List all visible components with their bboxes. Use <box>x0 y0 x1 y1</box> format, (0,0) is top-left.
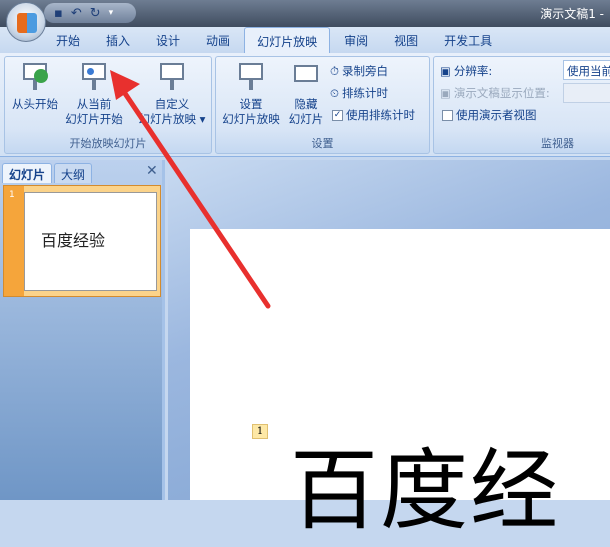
arrow-shaft <box>117 83 271 309</box>
office-button[interactable] <box>6 2 46 42</box>
office-logo-icon <box>17 13 37 33</box>
annotation-arrow <box>110 70 271 309</box>
